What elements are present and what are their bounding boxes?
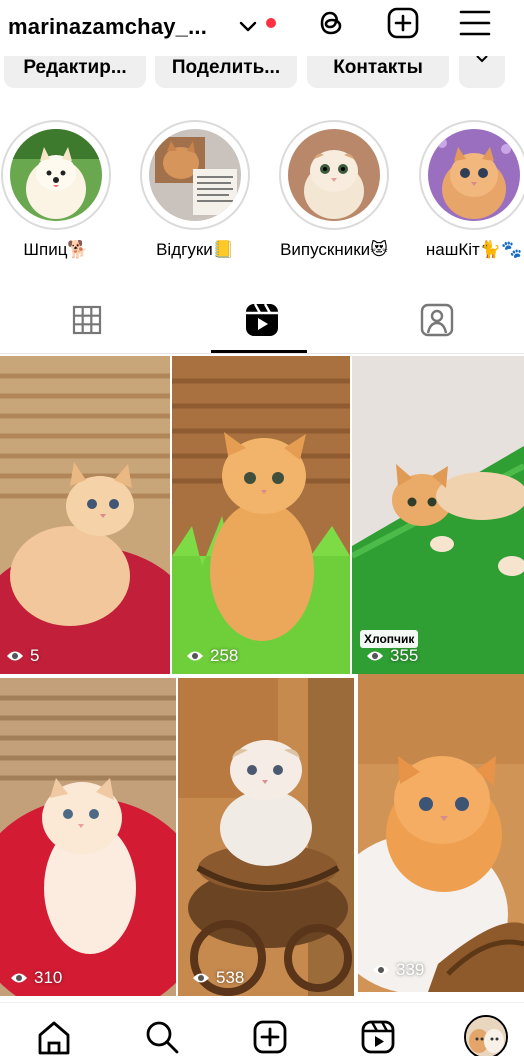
highlight-cover-image	[428, 129, 520, 221]
reel-views: 339	[372, 960, 424, 980]
notification-dot	[266, 18, 276, 28]
grid-item-reel[interactable]: 538	[178, 678, 354, 996]
tab-reels[interactable]	[175, 288, 349, 352]
share-profile-button[interactable]: Поделить...	[155, 56, 297, 88]
hamburger-menu-icon[interactable]	[458, 6, 492, 40]
eye-icon	[373, 965, 389, 975]
eye-icon	[11, 973, 27, 983]
reel-views-count: 310	[34, 968, 63, 987]
reel-views: 5	[6, 646, 39, 666]
grid-item-reel[interactable]: 5	[0, 356, 170, 674]
reel-views-count: 339	[396, 960, 425, 979]
reel-views-count: 355	[390, 646, 419, 665]
highlight-label: Шпиц🐕	[23, 240, 89, 259]
chevron-down-icon[interactable]	[238, 16, 258, 36]
reels-icon[interactable]	[360, 1019, 396, 1055]
highlight-cover-image	[149, 129, 241, 221]
eye-icon	[193, 973, 209, 983]
tab-tagged[interactable]	[350, 288, 524, 352]
reel-views-count: 538	[216, 968, 245, 987]
reels-grid: 5 258 Хлопчик 355 310 538 339	[0, 356, 524, 1002]
highlight-label: Відгуки📒	[156, 240, 234, 259]
reel-thumbnail	[0, 356, 170, 674]
highlight-item[interactable]: Випускники😻	[278, 120, 390, 260]
contacts-button[interactable]: Контакты	[307, 56, 449, 88]
highlight-label: нашКіт🐈🐾	[425, 240, 523, 259]
tab-divider	[0, 353, 524, 354]
reel-views: 355	[366, 646, 418, 666]
tagged-person-icon	[420, 303, 454, 337]
reel-thumbnail	[358, 674, 524, 992]
reel-views: 258	[186, 646, 238, 666]
edit-profile-button[interactable]: Редактир...	[4, 56, 146, 88]
profile-tabs	[0, 288, 524, 354]
grid-item-reel[interactable]: 310	[0, 678, 176, 996]
reel-views: 538	[192, 968, 244, 988]
profile-username[interactable]: marinazamchay_...	[8, 14, 207, 40]
highlight-item[interactable]: Відгуки📒	[139, 120, 251, 260]
highlight-ring	[279, 120, 389, 230]
eye-icon	[7, 651, 23, 661]
reel-thumbnail	[0, 678, 176, 996]
grid-item-reel[interactable]: 258	[172, 356, 350, 674]
profile-header: marinazamchay_...	[0, 0, 524, 56]
reels-icon	[246, 303, 278, 336]
plus-square-icon[interactable]	[386, 6, 420, 40]
highlight-cover-image	[10, 129, 102, 221]
reel-views-count: 5	[30, 646, 40, 665]
highlight-cover-image	[288, 129, 380, 221]
reel-views: 310	[10, 968, 62, 988]
home-icon[interactable]	[36, 1019, 72, 1055]
eye-icon	[187, 651, 203, 661]
grid-item-reel[interactable]: 339	[358, 674, 524, 992]
highlight-item[interactable]: нашКіт🐈🐾	[418, 120, 524, 260]
reel-views-count: 258	[210, 646, 239, 665]
profile-actions-row: Редактир... Поделить... Контакты	[0, 56, 524, 90]
grid-icon	[72, 305, 102, 335]
bottom-nav	[0, 1002, 524, 1056]
highlight-ring	[419, 120, 524, 230]
plus-square-icon[interactable]	[252, 1019, 288, 1055]
search-icon[interactable]	[144, 1019, 180, 1055]
profile-avatar[interactable]	[464, 1015, 508, 1056]
grid-item-reel[interactable]: Хлопчик 355	[352, 356, 524, 674]
suggested-users-button[interactable]	[459, 56, 505, 88]
eye-icon	[367, 651, 383, 661]
highlight-ring	[140, 120, 250, 230]
highlight-label: Випускники😻	[280, 240, 388, 259]
highlight-item[interactable]: Шпиц🐕	[0, 120, 112, 260]
reel-thumbnail	[352, 356, 524, 674]
tab-posts[interactable]	[0, 288, 174, 352]
highlight-ring	[1, 120, 111, 230]
reel-thumbnail	[178, 678, 354, 996]
chevron-down-icon	[476, 56, 488, 63]
threads-icon[interactable]	[314, 6, 348, 40]
reel-thumbnail	[172, 356, 350, 674]
